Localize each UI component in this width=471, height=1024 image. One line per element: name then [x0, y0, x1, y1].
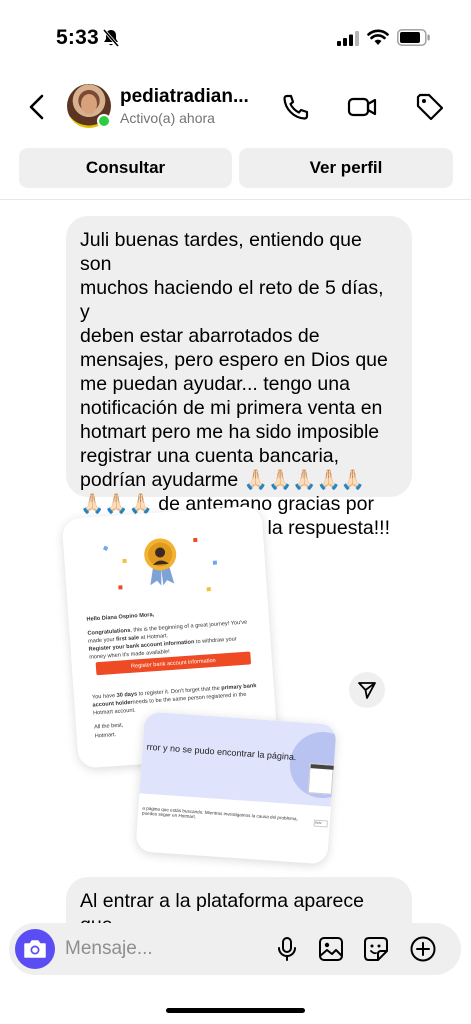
status-bar: 5:33: [0, 0, 471, 70]
message-composer: [9, 923, 461, 975]
confetti: [212, 560, 218, 565]
video-icon[interactable]: [346, 91, 378, 123]
online-indicator: [97, 114, 111, 128]
medal-icon: [144, 538, 177, 586]
share-button[interactable]: [349, 672, 385, 708]
gallery-icon[interactable]: [317, 935, 345, 963]
mini-window-bar: [310, 764, 335, 770]
camera-icon: [24, 940, 46, 958]
avatar-face: [81, 94, 97, 114]
header-divider: [0, 199, 471, 200]
message-text: Juli buenas tardes, entiendo que son muc…: [80, 229, 391, 539]
camera-button[interactable]: [15, 929, 55, 969]
action-buttons: Consultar Ver perfil: [0, 148, 471, 190]
add-icon[interactable]: [409, 935, 437, 963]
tag-icon[interactable]: [414, 91, 446, 123]
confetti: [206, 587, 211, 592]
microphone-icon[interactable]: [273, 935, 301, 963]
contact-name[interactable]: pediatradian...: [120, 86, 260, 108]
days-pre: You have: [91, 692, 117, 701]
days: 30 days: [116, 691, 138, 699]
email-greeting-text: Hello Diana Ospino Mora,: [86, 612, 155, 623]
bell-off-icon: [102, 29, 120, 47]
error-subtext: a página que estás buscando. Mientras in…: [141, 805, 298, 822]
contact-status: Activo(a) ahora: [120, 110, 215, 126]
confetti: [118, 585, 123, 590]
chat-header: pediatradian... Activo(a) ahora: [0, 74, 471, 140]
message-bubble[interactable]: Juli buenas tardes, entiendo que son muc…: [66, 216, 412, 539]
wifi-icon: [367, 29, 389, 45]
confetti: [122, 558, 127, 564]
error-mini-window: [307, 763, 335, 795]
sticker-icon[interactable]: [362, 935, 390, 963]
home-indicator[interactable]: [166, 1008, 305, 1013]
confetti: [193, 537, 198, 543]
phone-icon[interactable]: [280, 91, 312, 123]
back-icon[interactable]: [22, 90, 52, 124]
battery-icon: [397, 29, 430, 46]
message-input[interactable]: [65, 933, 265, 965]
error-back-button: Volv: [313, 819, 328, 828]
view-profile-button[interactable]: Ver perfil: [239, 148, 453, 188]
status-time: 5:33: [56, 26, 99, 49]
shared-image-error-page[interactable]: rror y no se pudo encontrar la página. a…: [135, 711, 337, 865]
signal-icon: [337, 31, 359, 46]
email-deadline: You have 30 days to register it. Don't f…: [92, 682, 258, 717]
send-icon: [358, 682, 376, 699]
consult-button[interactable]: Consultar: [19, 148, 232, 188]
confetti: [102, 545, 109, 551]
